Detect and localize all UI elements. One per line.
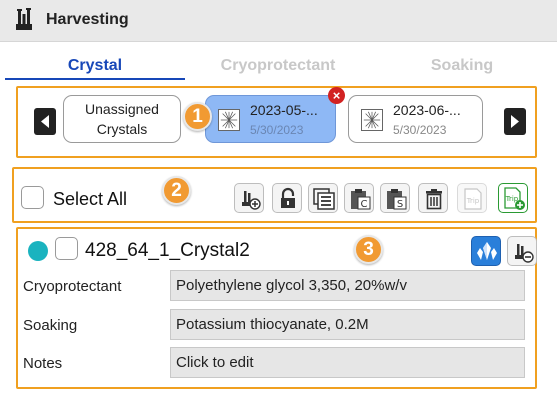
flask-rack-icon (16, 8, 32, 30)
crystal-view-button[interactable] (471, 236, 501, 266)
copy-list-button[interactable] (308, 183, 338, 213)
tab-bar: Crystal Cryoprotectant Soaking (0, 52, 557, 82)
carousel-prev-button[interactable] (34, 108, 56, 135)
remove-crystal-icon (515, 244, 534, 263)
add-crystal-button[interactable] (234, 183, 264, 213)
drop-carousel: Unassigned Crystals 2023-05-... 5/30/202… (16, 86, 537, 158)
clipboard-s-icon: S (387, 189, 407, 210)
notes-label: Notes (23, 355, 63, 372)
tab-cryoprotectant[interactable]: Cryoprotectant (188, 52, 368, 80)
bulk-toolbar: Select All 2 C S Trip Trip (12, 167, 537, 223)
soaking-label: Soaking (23, 317, 78, 334)
select-all-label: Select All (53, 189, 128, 209)
clipboard-c-icon: C (351, 189, 371, 210)
cryoprotectant-label: Cryoprotectant (23, 278, 122, 295)
card-name-line1: Unassigned (85, 101, 159, 117)
add-trip-button[interactable]: Trip (498, 183, 528, 213)
card-name: Unassigned Crystals (64, 99, 180, 139)
card-name: 2023-05-... (250, 102, 318, 118)
delete-button[interactable] (418, 183, 448, 213)
notes-field[interactable]: Click to edit (170, 347, 525, 378)
select-all-checkbox[interactable] (21, 186, 44, 209)
trip-icon-label: Trip (466, 197, 480, 205)
crystals-icon (477, 242, 497, 260)
add-crystal-icon (242, 191, 261, 210)
card-date: 5/30/2023 (250, 123, 304, 137)
title-bar: Harvesting (0, 0, 557, 42)
trip-button[interactable]: Trip (457, 183, 487, 213)
add-trip-icon: Trip (504, 187, 525, 210)
trip-icon: Trip (464, 188, 482, 210)
paste-cryo-button[interactable]: C (344, 183, 374, 213)
card-name: 2023-06-... (393, 102, 461, 118)
crystal-drop-thumbnail (361, 109, 383, 131)
callout-badge-3: 3 (354, 235, 383, 264)
svg-text:C: C (361, 199, 368, 210)
remove-card-button[interactable]: × (328, 87, 345, 104)
lock-button[interactable] (272, 183, 302, 213)
card-date: 5/30/2023 (393, 123, 447, 137)
copy-list-icon (313, 188, 335, 210)
tab-soaking[interactable]: Soaking (372, 52, 552, 80)
lock-icon (281, 187, 295, 208)
window-title: Harvesting (46, 11, 129, 28)
carousel-next-button[interactable] (504, 108, 526, 135)
chevron-left-icon (41, 115, 49, 128)
card-drop[interactable]: 2023-06-... 5/30/2023 (348, 95, 483, 143)
callout-badge-2: 2 (162, 176, 191, 205)
paste-soak-button[interactable]: S (380, 183, 410, 213)
svg-text:S: S (397, 199, 403, 210)
status-dot (28, 241, 48, 261)
chevron-right-icon (511, 115, 519, 128)
cryoprotectant-field[interactable]: Polyethylene glycol 3,350, 20%w/v (170, 270, 525, 301)
trash-icon (426, 189, 442, 210)
crystal-detail: 428_64_1_Crystal2 3 Cryoprotectant Polye… (16, 227, 537, 389)
card-name-line2: Crystals (96, 121, 148, 137)
tab-crystal[interactable]: Crystal (5, 52, 185, 80)
crystal-name: 428_64_1_Crystal2 (85, 240, 250, 261)
soaking-field[interactable]: Potassium thiocyanate, 0.2M (170, 309, 525, 340)
callout-badge-1: 1 (183, 102, 212, 131)
remove-crystal-button[interactable] (507, 236, 537, 266)
crystal-checkbox[interactable] (55, 237, 78, 260)
crystal-drop-thumbnail (218, 109, 240, 131)
card-unassigned-crystals[interactable]: Unassigned Crystals (63, 95, 181, 143)
card-drop-selected[interactable]: 2023-05-... 5/30/2023 (205, 95, 336, 143)
